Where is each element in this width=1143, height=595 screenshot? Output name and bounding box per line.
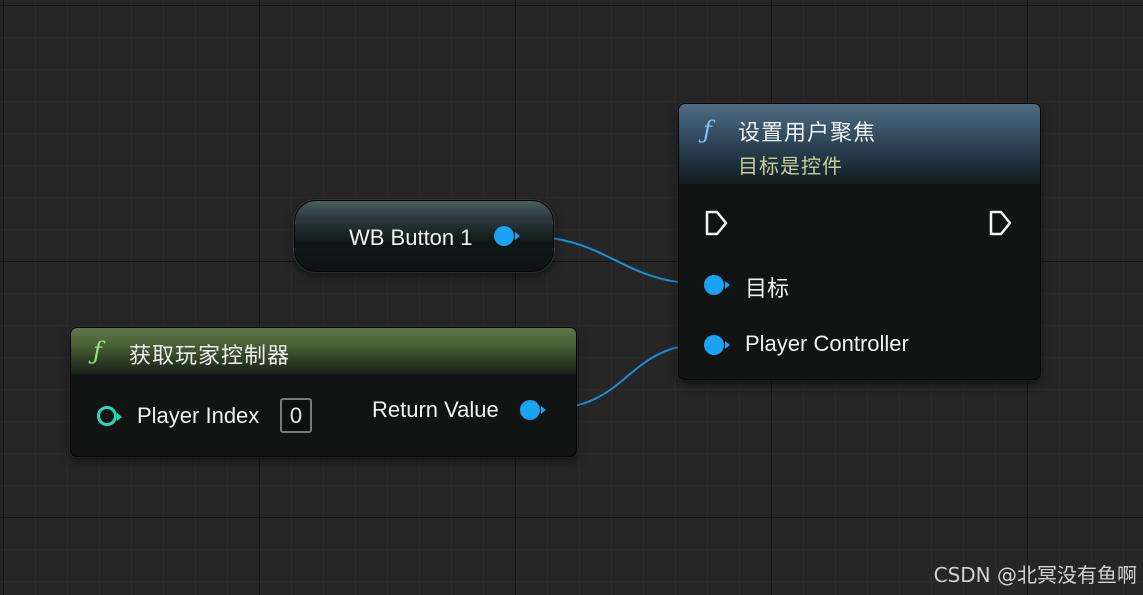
wb-button-output-pin-icon[interactable]	[494, 226, 514, 246]
wb-button-output-arrow-icon	[515, 232, 520, 240]
function-icon: ƒ	[93, 337, 102, 365]
player-index-input[interactable]: 0	[280, 398, 312, 433]
watermark: CSDN @北冥没有鱼啊	[933, 563, 1137, 587]
return-value-label: Return Value	[372, 397, 499, 422]
get-player-controller-title: 获取玩家控制器	[129, 344, 291, 369]
set-user-focus-header[interactable]: ƒ 设置用户聚焦 目标是控件	[679, 104, 1040, 184]
return-value-pin-icon[interactable]	[520, 400, 540, 420]
player-controller-pin-label: Player Controller	[745, 331, 909, 356]
player-controller-pin-icon[interactable]	[704, 335, 724, 355]
return-value-arrow-icon	[541, 406, 546, 414]
wb-button-label: WB Button 1	[349, 225, 473, 250]
target-pin-arrow-icon	[725, 281, 730, 289]
get-player-controller-node[interactable]: ƒ 获取玩家控制器 Player Index 0 Return Value	[70, 327, 577, 457]
set-user-focus-node[interactable]: ƒ 设置用户聚焦 目标是控件 目标 Player Controller	[678, 103, 1041, 380]
target-pin-icon[interactable]	[704, 275, 724, 295]
exec-out-icon[interactable]	[988, 209, 1014, 237]
set-user-focus-title: 设置用户聚焦	[738, 121, 877, 146]
exec-in-icon[interactable]	[704, 209, 730, 237]
target-pin-label: 目标	[745, 276, 790, 301]
wb-button-variable-node[interactable]: WB Button 1	[294, 200, 554, 272]
player-controller-pin-arrow-icon	[725, 341, 730, 349]
player-index-arrow-icon	[117, 413, 122, 421]
player-index-pin-icon[interactable]	[97, 406, 117, 426]
get-player-controller-header[interactable]: ƒ 获取玩家控制器	[71, 328, 576, 374]
function-icon: ƒ	[703, 116, 712, 144]
set-user-focus-subtitle: 目标是控件	[738, 154, 843, 178]
player-index-label: Player Index	[137, 403, 260, 428]
